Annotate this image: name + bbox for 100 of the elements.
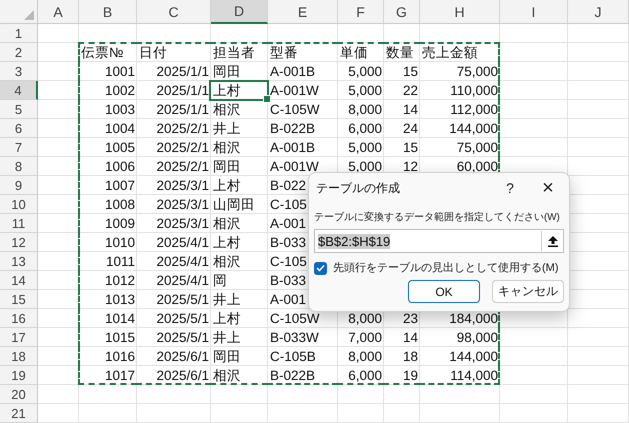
table-cell: 1009 [104,216,135,231]
row-header[interactable]: 2 [0,43,38,62]
table-cell: C-105W [270,102,320,117]
ok-button[interactable]: OK [408,280,480,303]
table-cell: 相沢 [213,214,241,232]
table-cell: 1015 [104,330,135,345]
table-cell: 2025/4/1 [156,235,209,250]
table-cell: 2025/3/1 [156,216,209,231]
table-cell: 相沢 [213,138,241,156]
range-field[interactable]: $B$2:$H$19 [314,229,564,253]
column-header[interactable]: B [79,0,137,24]
column-header[interactable]: E [268,0,338,24]
table-cell: 23 [402,311,418,326]
table-cell: B-033W [270,330,319,345]
table-cell: 井上 [213,120,241,138]
column-header[interactable]: F [338,0,384,24]
row-header[interactable]: 6 [0,119,38,138]
header-checkbox[interactable] [314,262,327,274]
table-cell: 12 [402,159,418,174]
table-cell: 1010 [104,235,135,250]
column-header[interactable]: I [500,0,568,24]
column-header[interactable]: H [420,0,500,24]
row-header[interactable]: 21 [0,404,38,423]
table-cell: 5,000 [348,64,382,79]
row-header[interactable]: 4 [0,81,38,100]
table-cell: 5,000 [348,159,382,174]
table-cell: 2025/6/1 [156,368,209,383]
row-header[interactable]: 8 [0,157,38,176]
table-cell: 1012 [104,273,135,288]
table-cell: 2025/4/1 [156,254,209,269]
table-cell: 5,000 [348,83,382,98]
close-button[interactable]: × [532,175,564,201]
row-header[interactable]: 17 [0,328,38,347]
help-button[interactable]: ? [494,175,526,201]
table-cell: C-105 [270,197,307,212]
table-cell: 山岡田 [213,196,255,214]
row-header[interactable]: 9 [0,176,38,195]
table-cell: 1006 [104,159,135,174]
table-cell: 岡 [213,272,227,290]
table-cell: 岡田 [213,62,241,80]
up-arrow-icon [548,236,558,246]
row-header[interactable]: 18 [0,347,38,366]
row-header[interactable]: 16 [0,309,38,328]
row-header[interactable]: 13 [0,252,38,271]
table-cell: C-105 [270,254,307,269]
table-cell: 60,000 [456,159,498,174]
table-cell: 担当者 [213,44,255,62]
table-cell: 2025/1/1 [156,102,209,117]
table-cell: 岡田 [213,158,241,176]
row-header[interactable]: 11 [0,214,38,233]
table-cell: 184,000 [449,311,498,326]
table-cell: 日付 [139,44,167,62]
row-header[interactable]: 14 [0,271,38,290]
table-cell: 2025/5/1 [156,330,209,345]
column-header[interactable]: A [38,0,79,24]
row-header[interactable]: 12 [0,233,38,252]
column-header[interactable]: D [211,0,268,24]
table-cell: 1004 [104,121,135,136]
check-icon [316,264,325,272]
table-cell: A-001B [270,140,316,155]
table-cell: 75,000 [456,140,498,155]
column-header[interactable]: C [137,0,211,24]
table-cell: 98,000 [456,330,498,345]
table-cell: 2025/5/1 [156,311,209,326]
table-cell: A-001B [270,64,316,79]
table-cell: B-033 [270,273,306,288]
table-cell: 1007 [104,178,135,193]
column-header[interactable]: J [568,0,629,24]
column-header[interactable]: G [384,0,420,24]
table-cell: 14 [402,330,418,345]
table-cell: 1011 [106,254,135,269]
table-cell: 相沢 [213,366,241,384]
row-header[interactable]: 7 [0,138,38,157]
table-cell: B-022B [270,121,316,136]
table-cell: 上村 [213,82,241,100]
table-cell: 1017 [104,368,135,383]
table-cell: B-033 [270,235,306,250]
table-cell: 伝票№ [81,44,124,62]
row-header[interactable]: 20 [0,385,38,404]
row-header[interactable]: 5 [0,100,38,119]
row-header[interactable]: 10 [0,195,38,214]
cancel-button[interactable]: キャンセル [492,280,564,303]
table-cell: 1014 [104,311,135,326]
table-cell: A-001 [270,216,306,231]
table-cell: A-001W [270,159,319,174]
table-cell: A-001 [270,292,306,307]
table-cell: 2025/1/1 [156,83,209,98]
table-cell: 24 [402,121,418,136]
row-header[interactable]: 1 [0,24,38,43]
row-header[interactable]: 15 [0,290,38,309]
table-cell: 2025/6/1 [156,349,209,364]
row-header[interactable]: 19 [0,366,38,385]
table-cell: 1001 [104,64,135,79]
table-cell: A-001W [270,83,319,98]
table-cell: 2025/1/1 [156,64,209,79]
row-header[interactable]: 3 [0,62,38,81]
table-cell: 7,000 [348,330,382,345]
table-cell: 18 [402,349,418,364]
checkbox-label: 先頭行をテーブルの見出しとして使用する(M) [333,261,558,275]
table-cell: 15 [402,140,418,155]
